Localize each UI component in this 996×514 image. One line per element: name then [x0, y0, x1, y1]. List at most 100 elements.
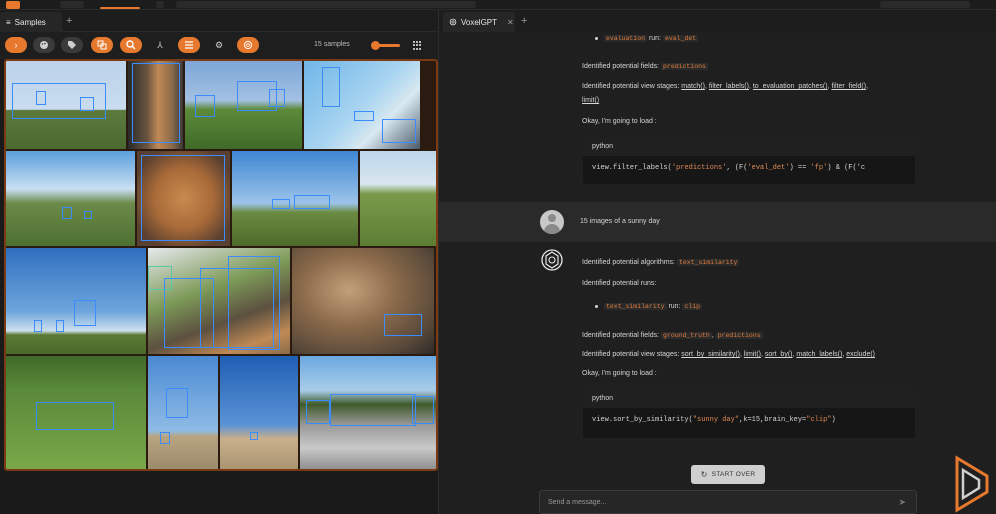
detection-box — [382, 119, 416, 143]
fields-label: Identified potential fields: — [582, 332, 660, 339]
add-tab-button[interactable]: + — [66, 15, 72, 27]
code-language: python — [583, 390, 915, 408]
view-stages-line: Identified potential view stages: sort_b… — [582, 351, 875, 358]
stage-link[interactable]: match() — [681, 83, 705, 90]
detection-box — [141, 155, 225, 241]
tab-voxelgpt[interactable]: VoxelGPT ✕ — [443, 12, 515, 32]
code-content[interactable]: view.sort_by_similarity("sunny day",k=15… — [583, 408, 915, 432]
topbar-search[interactable] — [176, 1, 476, 8]
start-over-button[interactable]: ↻ START OVER — [691, 465, 765, 484]
runs-label: Identified potential runs: — [582, 280, 657, 287]
user-message-text: 15 images of a sunny day — [580, 218, 660, 225]
code-string: "clip" — [806, 416, 832, 424]
view-stages-line: Identified potential view stages: match(… — [582, 83, 869, 90]
topbar-tab[interactable] — [60, 1, 84, 8]
message-input[interactable]: Send a message... ➤ — [539, 490, 917, 514]
sample-image[interactable] — [128, 61, 183, 149]
stage-link[interactable]: limit() — [582, 97, 599, 104]
code-text: , (F( — [726, 164, 748, 172]
close-icon[interactable]: ✕ — [507, 18, 514, 27]
detection-box — [74, 300, 96, 326]
openai-icon — [449, 18, 457, 26]
code-content[interactable]: view.filter_labels('predictions', (F('ev… — [583, 156, 915, 180]
view-list-button[interactable] — [178, 37, 200, 53]
sample-grid — [4, 59, 438, 471]
sample-image[interactable] — [304, 61, 420, 149]
color-by-button[interactable] — [33, 37, 55, 53]
load-line: Okay, I'm going to load : — [582, 370, 657, 377]
stage-link[interactable]: limit() — [744, 351, 761, 358]
stage-link[interactable]: exclude() — [846, 351, 875, 358]
detection-box — [322, 67, 340, 107]
grid-icon[interactable] — [413, 41, 422, 50]
user-avatar — [540, 210, 564, 234]
voxelgpt-tabbar: VoxelGPT ✕ + — [439, 10, 996, 32]
code-text: ,k=15,brain_key= — [739, 416, 807, 424]
grid-row — [6, 151, 436, 246]
merge-button[interactable]: ⅄ — [149, 37, 171, 53]
code-language: python — [583, 138, 915, 156]
tag-icon — [68, 41, 76, 49]
tab-samples[interactable]: ≡ Samples — [0, 12, 62, 32]
sample-image[interactable] — [148, 248, 290, 354]
grid-row — [6, 61, 420, 149]
stage-link[interactable]: to_evaluation_patches() — [753, 83, 828, 90]
view-stages-line-wrap: limit() — [582, 97, 599, 104]
bullet — [595, 36, 598, 40]
bullet — [595, 304, 598, 308]
stage-link[interactable]: filter_field() — [831, 83, 866, 90]
stage-link[interactable]: sort_by_similarity() — [681, 351, 740, 358]
patches-icon — [97, 40, 107, 50]
list-icon — [185, 41, 193, 49]
sample-image[interactable] — [292, 248, 434, 354]
sample-image[interactable] — [220, 356, 298, 469]
patches-button[interactable] — [91, 37, 113, 53]
detection-box — [34, 320, 42, 332]
view-stages-label: Identified potential view stages: — [582, 351, 680, 358]
stage-link[interactable]: match_labels() — [796, 351, 842, 358]
sample-image[interactable] — [6, 151, 135, 246]
detection-box — [269, 89, 285, 107]
zoom-slider-handle[interactable] — [371, 41, 380, 50]
refresh-icon: ↻ — [700, 470, 708, 479]
detection-box — [354, 111, 374, 121]
samples-tabbar: ≡ Samples + — [0, 10, 438, 32]
sample-image[interactable] — [6, 61, 126, 149]
detection-box — [294, 195, 330, 209]
similarity-search-button[interactable] — [120, 37, 142, 53]
sample-image[interactable] — [300, 356, 436, 469]
topbar-actions[interactable] — [880, 1, 970, 8]
code-text: ) & (F('c — [827, 164, 866, 172]
samples-toolbar: › ⅄ ⚙ 15 samples — [0, 32, 438, 59]
tags-button[interactable] — [61, 37, 83, 53]
algorithm-chip: text_similarity — [604, 303, 667, 310]
detection-box — [250, 432, 258, 440]
user-message: 15 images of a sunny day — [439, 202, 996, 242]
chevron-right-icon: › — [14, 40, 18, 50]
sidebar-toggle-button[interactable]: › — [5, 37, 27, 53]
voxelgpt-button[interactable] — [237, 37, 259, 53]
sample-image[interactable] — [360, 151, 436, 246]
merge-icon: ⅄ — [157, 39, 163, 50]
sample-image[interactable] — [185, 61, 302, 149]
stage-link[interactable]: filter_labels() — [709, 83, 749, 90]
detection-box — [80, 97, 94, 111]
voxelgpt-panel: VoxelGPT ✕ + evaluation run: eval_det Id… — [438, 10, 996, 514]
sample-image[interactable] — [137, 151, 230, 246]
send-icon[interactable]: ➤ — [898, 497, 906, 508]
topbar-control[interactable] — [156, 1, 164, 8]
sample-image[interactable] — [6, 356, 146, 469]
detection-box — [166, 388, 188, 418]
detection-box — [272, 199, 290, 209]
code-string: 'predictions' — [671, 164, 727, 172]
code-string: 'fp' — [810, 164, 828, 172]
add-tab-button[interactable]: + — [521, 15, 527, 27]
sample-image[interactable] — [148, 356, 218, 469]
code-block: python view.filter_labels('predictions',… — [583, 138, 915, 184]
app-logo — [6, 1, 20, 9]
sample-image[interactable] — [232, 151, 358, 246]
sample-image[interactable] — [6, 248, 146, 354]
stage-link[interactable]: sort_by() — [765, 351, 793, 358]
settings-button[interactable]: ⚙ — [208, 37, 230, 53]
run-label: run: — [647, 35, 663, 42]
